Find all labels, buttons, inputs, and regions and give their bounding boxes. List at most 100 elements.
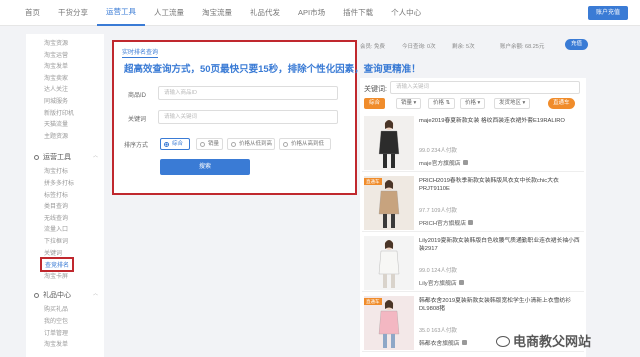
sidebar-item[interactable]: 淘宝打标 xyxy=(44,166,68,175)
sidebar-item[interactable]: 关键词 xyxy=(44,248,62,257)
search-button[interactable]: 搜索 xyxy=(160,159,250,175)
sidebar-item[interactable]: 达人关注 xyxy=(44,84,68,93)
filter-button[interactable]: 综合 xyxy=(364,98,386,109)
sort-arrow-icon: ▾ xyxy=(412,100,417,106)
filter-button[interactable]: 价格 ▾ xyxy=(460,98,486,109)
product-image[interactable] xyxy=(364,236,414,290)
nav-item[interactable]: 人工流量 xyxy=(145,0,193,26)
sidebar-item[interactable]: 购买礼品 xyxy=(44,304,68,313)
sidebar-item[interactable]: 订单管理 xyxy=(44,328,68,337)
sort-arrow-icon: ▾ xyxy=(476,100,481,106)
chevron-up-icon[interactable]: ︿ xyxy=(93,290,98,297)
chevron-up-icon[interactable]: ︿ xyxy=(93,152,98,159)
sidebar-item[interactable]: 淘宝卖家 xyxy=(44,73,68,82)
nav-item[interactable]: 个人中心 xyxy=(382,0,430,26)
sort-label: 排序方式 xyxy=(124,143,149,149)
product-image[interactable] xyxy=(364,116,414,170)
form-heading: 超高效查询方式，50页最快只要15秒，排除个性化因素，查询更精准！ xyxy=(124,64,421,75)
product-stats: 99.0 124人付款 xyxy=(419,268,457,274)
product-image[interactable]: 直通车 xyxy=(364,296,414,350)
today-queries: 今日查询: 0次 xyxy=(402,44,436,50)
product-title[interactable]: 韩都衣舍2019夏装新款女装韩版宽松学生小清新上衣雪纺衫DL9808猪 xyxy=(419,298,581,313)
topup-button[interactable]: 充值 xyxy=(565,39,589,50)
product-id-input[interactable]: 请输入商品ID xyxy=(158,86,338,100)
sidebar-item[interactable]: 我的空包 xyxy=(44,316,68,325)
shop-name[interactable]: maje官方旗舰店 xyxy=(419,158,468,167)
ad-filter-button[interactable]: 直通车 xyxy=(548,98,575,109)
sidebar-item[interactable]: 主题资源 xyxy=(44,131,68,140)
watermark-text: 电商教父网站 xyxy=(513,334,592,349)
sidebar-item[interactable]: 淘宝发单 xyxy=(44,339,68,348)
shop-icon xyxy=(468,220,474,225)
watermark: 电商教父网站 xyxy=(496,331,591,350)
filter-label: 价格 xyxy=(465,100,477,106)
filter-button[interactable]: 价格 ⇅ xyxy=(428,98,456,109)
product-title[interactable]: PRICH2019春秋季新款女装韩版风衣女中长款chic大衣PRJT9110E xyxy=(419,178,581,193)
shop-name[interactable]: 韩都衣舍旗舰店 xyxy=(419,338,467,347)
filter-button[interactable]: 销量 ▾ xyxy=(396,98,422,109)
sidebar-item[interactable]: 下拉框词 xyxy=(44,236,68,245)
product-id-label: 商品ID xyxy=(128,93,147,99)
filter-button[interactable]: 发货地区 ▾ xyxy=(494,98,531,109)
nav-item[interactable]: 干货分享 xyxy=(49,0,97,26)
top-nav: 首页 干货分享 运营工具 人工流量 淘宝流量 礼品代发 API市场 插件下载 个人中心 账户充值 xyxy=(0,0,640,26)
keyword-input[interactable]: 请输入关键词 xyxy=(158,110,338,124)
product-item[interactable]: Lily2019夏新款女装韩版白色收腰气质通勤职业连衣裙长袖小西装2917 99.… xyxy=(362,234,584,292)
nav-item[interactable]: 礼品代发 xyxy=(241,0,289,26)
sidebar-item[interactable]: 无线查询 xyxy=(44,213,68,222)
recharge-button[interactable]: 账户充值 xyxy=(587,6,628,20)
nav-item[interactable]: 插件下载 xyxy=(334,0,382,26)
product-image[interactable]: 直通车 xyxy=(364,176,414,230)
shop-name-label: Lily官方旗舰店 xyxy=(419,281,457,287)
tab-realtime-rank[interactable]: 实时排名查询 xyxy=(122,47,159,58)
product-item[interactable]: 直通车 PRICH2019春秋季新款女装韩版风衣女中长款chic大衣PRJT911… xyxy=(362,174,584,232)
group-icon xyxy=(34,292,39,298)
account-stats-bar: 会员: 免费 今日查询: 0次 剩余: 5次 账户余额: 68.25元 充值 xyxy=(360,38,589,52)
shop-name-label: maje官方旗舰店 xyxy=(419,161,461,167)
shop-icon xyxy=(461,340,467,345)
product-stats: 35.0 163人付款 xyxy=(419,328,457,334)
sort-arrow-icon: ▾ xyxy=(521,100,526,106)
nav-item[interactable]: 运营工具 xyxy=(97,0,145,26)
sidebar-group-gift[interactable]: 礼品中心 xyxy=(34,290,71,300)
sort-arrow-icon: ⇅ xyxy=(444,100,451,106)
nav-item[interactable]: 首页 xyxy=(16,0,49,26)
sidebar-item[interactable]: 类目查询 xyxy=(44,201,68,210)
sidebar-item[interactable]: 拼多多打标 xyxy=(44,178,74,187)
ad-badge: 直通车 xyxy=(364,298,382,305)
sidebar-item[interactable]: 淘宝卡屏 xyxy=(44,271,68,280)
sidebar-item[interactable]: 新版打印机 xyxy=(44,108,74,117)
filter-label: 综合 xyxy=(369,100,381,106)
sidebar-item[interactable]: 淘宝资源 xyxy=(44,38,68,47)
nav-item[interactable]: API市场 xyxy=(289,0,334,26)
shop-name[interactable]: PRICH官方旗舰店 xyxy=(419,218,474,227)
product-item[interactable]: maje2019春夏新款女装 格纹西装连衣裙外套E19RALIRO 99.0 23… xyxy=(362,114,584,172)
results-panel: 关键词: 请输入关键词 综合 销量 ▾ 价格 ⇅ 价格 ▾ 发货地区 ▾ 直通车 maje… xyxy=(360,78,586,357)
sidebar-item[interactable]: 流量入口 xyxy=(44,224,68,233)
sidebar: 淘宝资源 淘宝运营 淘宝发单 淘宝卖家 达人关注 同城服务 新版打印机 天猫流量 主题资源 运营工… xyxy=(26,34,104,357)
rank-query-form: 实时排名查询 超高效查询方式，50页最快只要15秒，排除个性化因素，查询更精准！… xyxy=(112,40,421,195)
nav-item[interactable]: 淘宝流量 xyxy=(193,0,241,26)
sidebar-item[interactable]: 淘宝发单 xyxy=(44,61,68,70)
product-title[interactable]: Lily2019夏新款女装韩版白色收腰气质通勤职业连衣裙长袖小西装2917 xyxy=(419,238,581,253)
results-keyword-label: 关键词: xyxy=(364,86,387,93)
sidebar-item[interactable]: 同城服务 xyxy=(44,96,68,105)
sidebar-item[interactable]: 天猫流量 xyxy=(44,119,68,128)
ad-badge: 直通车 xyxy=(364,178,382,185)
sidebar-group-ops[interactable]: 运营工具 xyxy=(34,152,71,162)
shop-name[interactable]: Lily官方旗舰店 xyxy=(419,278,464,287)
group-icon xyxy=(34,154,39,160)
sort-option[interactable]: 价格从低到高 xyxy=(227,138,275,150)
sort-option-label: 价格从高到低 xyxy=(291,141,325,147)
sidebar-item[interactable]: 标签打标 xyxy=(44,190,68,199)
sidebar-item[interactable]: 淘宝运营 xyxy=(44,50,68,59)
account-balance: 账户余额: 68.25元 xyxy=(500,44,545,50)
product-title[interactable]: maje2019春夏新款女装 格纹西装连衣裙外套E19RALIRO xyxy=(419,118,581,126)
product-stats: 99.0 234人付款 xyxy=(419,148,457,154)
sort-option[interactable]: 价格从高到低 xyxy=(279,138,331,150)
sort-option[interactable]: 销量 xyxy=(196,138,223,150)
filter-label: 发货地区 xyxy=(499,100,522,106)
sort-option[interactable]: 综合 xyxy=(160,138,190,150)
results-keyword-input[interactable]: 请输入关键词 xyxy=(390,81,580,94)
shop-name-label: 韩都衣舍旗舰店 xyxy=(419,341,460,347)
